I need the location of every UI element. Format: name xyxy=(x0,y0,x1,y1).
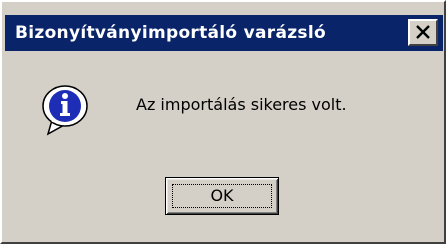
dialog-title: Bizonyítványimportáló varázsló xyxy=(15,23,326,43)
dialog-window: Bizonyítványimportáló varázsló Az import… xyxy=(0,0,446,244)
close-button[interactable] xyxy=(408,19,438,46)
status-message: Az importálás sikeres volt. xyxy=(136,95,347,114)
title-bar[interactable]: Bizonyítványimportáló varázsló xyxy=(5,15,443,51)
ok-button-label: OK xyxy=(210,186,234,205)
info-icon xyxy=(38,82,90,140)
ok-button[interactable]: OK xyxy=(165,177,279,215)
close-icon xyxy=(416,25,430,39)
